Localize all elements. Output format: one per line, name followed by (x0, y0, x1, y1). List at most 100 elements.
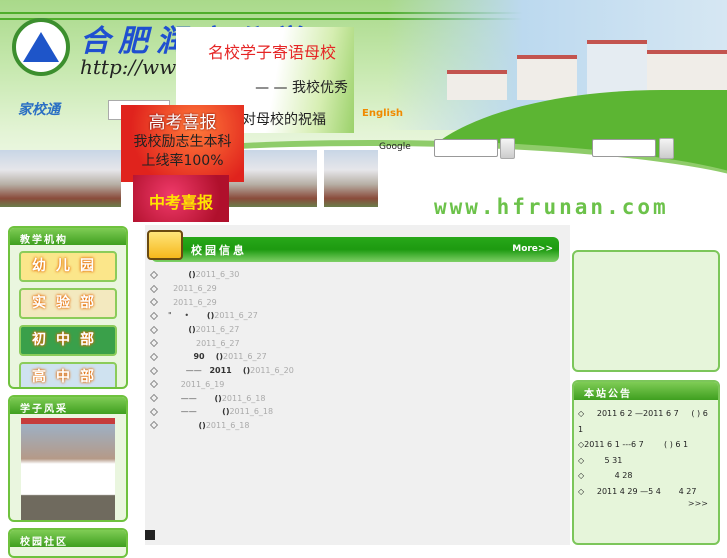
gaokao-line: 我校励志生本科 (133, 134, 232, 150)
news-title (168, 380, 181, 389)
diamond-bullet-icon (150, 407, 158, 416)
news-item[interactable]: —— () 2011_6_18 (145, 391, 570, 405)
school-logo[interactable] (12, 18, 70, 76)
students-panel: 学子风采 (8, 395, 128, 522)
news-paren: () (188, 325, 196, 335)
diamond-bullet-icon (150, 311, 158, 320)
news-title (168, 270, 188, 279)
zhongkao-title: 中考喜报 (148, 193, 213, 212)
news-date: 2011_6_20 (250, 366, 294, 376)
zhongkao-popup[interactable]: 中考喜报 (133, 175, 229, 227)
diamond-bullet-icon (150, 270, 158, 279)
community-panel: 校园社区 (8, 528, 128, 558)
english-link[interactable]: English (362, 108, 403, 119)
departments-title: 教学机构 (10, 228, 126, 246)
notices-more-link[interactable]: >>> (574, 499, 718, 508)
diamond-bullet-icon (150, 380, 158, 389)
news-title: —— (168, 393, 215, 403)
gaokao-line: 上线率100% (141, 153, 224, 169)
news-item[interactable]: () 2011_6_18 (145, 419, 570, 433)
notice-item[interactable]: ◇ 2011 6 2 —2011 6 7 ( ) 6 1 (578, 406, 714, 437)
news-item[interactable]: 2011_6_19 (145, 378, 570, 392)
campus-photo (324, 150, 378, 207)
news-item[interactable]: 2011_6_29 (145, 295, 570, 309)
notice-item[interactable]: ◇2011 6 1 ---6 7 ( ) 6 1 (578, 437, 714, 453)
news-date: 2011_6_27 (223, 352, 267, 362)
news-title (168, 325, 188, 334)
diamond-bullet-icon (150, 298, 158, 307)
departments-panel: 教学机构 幼儿园 实验部 初中部 高中部 (8, 226, 128, 389)
news-title: " • (168, 311, 207, 321)
news-item[interactable]: 2011_6_29 (145, 282, 570, 296)
news-date: 2011_6_29 (173, 297, 217, 307)
news-paren: () (206, 311, 215, 321)
news-item[interactable]: () 2011_6_30 (145, 268, 570, 282)
news-date: 2011_6_19 (180, 379, 225, 389)
news-paren: () (198, 420, 206, 430)
news-date: 2011_6_27 (195, 325, 240, 335)
news-title: —— (168, 366, 210, 376)
diamond-bullet-icon (150, 339, 158, 348)
notice-item[interactable]: ◇ 2011 4 29 —5 4 4 27 (578, 484, 714, 500)
news-paren: () (214, 393, 222, 403)
diamond-bullet-icon (150, 284, 158, 293)
google-search-button[interactable] (500, 138, 515, 159)
diamond-bullet-icon (150, 394, 158, 402)
news-date: 2011_6_18 (221, 393, 266, 403)
community-title: 校园社区 (10, 530, 126, 548)
news-date: 2011_6_30 (195, 270, 240, 280)
news-date: 2011_6_29 (173, 284, 217, 294)
news-date: 2011_6_18 (205, 420, 250, 430)
news-title: —— (168, 407, 223, 417)
diamond-bullet-icon (150, 325, 158, 334)
site-search-button[interactable] (659, 138, 674, 159)
news-item[interactable]: —— () 2011_6_18 (145, 405, 570, 419)
news-item[interactable]: 2011_6_27 (145, 336, 570, 350)
dept-junior-high[interactable]: 初中部 (19, 325, 117, 356)
news-item[interactable]: 90 () 2011_6_27 (145, 350, 570, 364)
right-top-panel (572, 250, 720, 372)
campus-news-title: 校园信息 (191, 244, 247, 257)
news-item[interactable]: () 2011_6_27 (145, 323, 570, 337)
dept-senior-high[interactable]: 高中部 (19, 362, 117, 387)
news-item[interactable]: —— 2011 () 2011_6_20 (145, 364, 570, 378)
campus-news-header: 校园信息 More>> (151, 237, 559, 262)
news-title-bold: 2011 (209, 366, 232, 376)
diamond-bullet-icon (150, 366, 158, 375)
campus-photo (0, 150, 121, 207)
notice-item[interactable]: ◇ 5 31 (578, 453, 714, 469)
google-search-input[interactable] (434, 139, 498, 157)
google-label: Google (379, 142, 411, 152)
alumni-line: — — 我校优秀 (255, 80, 348, 96)
diamond-bullet-icon (150, 421, 158, 430)
news-paren: () (222, 407, 230, 417)
news-date: 2011_6_27 (214, 311, 258, 321)
scroll-marker (145, 530, 155, 540)
student-photo[interactable] (21, 418, 115, 520)
domain-text: www.hfrunan.com (434, 195, 669, 219)
campus-news-panel: 校园信息 More>> () 2011_6_30 2011_6_29 2011_6… (145, 225, 570, 545)
dept-kindergarten[interactable]: 幼儿园 (19, 251, 117, 282)
diamond-bullet-icon (150, 353, 158, 361)
campus-news-more-link[interactable]: More>> (512, 244, 553, 254)
notices-title: 本站公告 (574, 382, 718, 400)
gaokao-title: 高考喜报 (148, 113, 217, 133)
site-search-input[interactable] (592, 139, 656, 157)
gaokao-popup[interactable]: 高考喜报 我校励志生本科 上线率100% (121, 105, 244, 182)
news-title (168, 352, 193, 361)
news-title-bold: 90 (193, 352, 205, 362)
alumni-title: 名校学子寄语母校 (207, 43, 336, 62)
news-title (168, 339, 196, 348)
news-paren: () (204, 352, 224, 362)
dept-experimental[interactable]: 实验部 (19, 288, 117, 319)
news-paren: () (231, 366, 251, 376)
jiaxiaotong-link[interactable]: 家校通 (18, 99, 60, 119)
news-item[interactable]: " • () 2011_6_27 (145, 309, 570, 323)
header-banner: 合肥润安公学 http://www.hfrunan.com 家校通 Englis… (0, 0, 727, 222)
folder-icon (147, 230, 183, 260)
news-title (168, 421, 199, 430)
news-date: 2011_6_27 (195, 338, 240, 348)
news-date: 2011_6_18 (229, 407, 274, 417)
campus-news-list: () 2011_6_30 2011_6_29 2011_6_29 " • () 201… (145, 268, 570, 432)
notice-item[interactable]: ◇ 4 28 (578, 468, 714, 484)
